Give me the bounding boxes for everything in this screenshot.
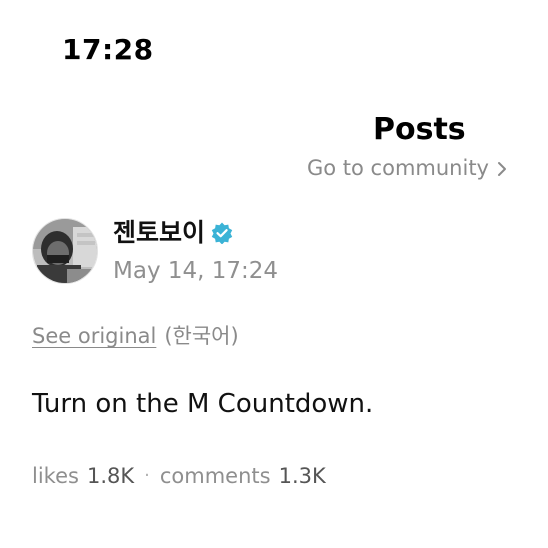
- go-to-community-label: Go to community: [307, 156, 489, 180]
- author-avatar[interactable]: [32, 218, 98, 284]
- post-screen: 17:28 Posts Go to community 젠토보이 May 14,…: [0, 0, 548, 548]
- status-bar-time: 17:28: [62, 33, 154, 66]
- likes-count: 1.8K: [86, 464, 135, 488]
- see-original-link[interactable]: See original: [32, 321, 156, 351]
- verified-badge-icon: [211, 222, 233, 245]
- original-language-label: (한국어): [164, 324, 239, 348]
- post-stats: likes 1.8K · comments 1.3K: [32, 460, 326, 492]
- likes-stat[interactable]: likes 1.8K: [32, 460, 134, 492]
- comments-label: comments: [159, 464, 271, 488]
- comments-stat[interactable]: comments 1.3K: [160, 460, 326, 492]
- post-body: Turn on the M Countdown.: [32, 389, 374, 419]
- page-title: Posts: [373, 112, 466, 147]
- stats-separator: ·: [144, 465, 150, 486]
- post-timestamp: May 14, 17:24: [113, 258, 279, 284]
- likes-label: likes: [32, 464, 79, 488]
- translation-row: See original (한국어): [32, 321, 239, 351]
- comments-count: 1.3K: [278, 464, 326, 488]
- go-to-community-link[interactable]: Go to community: [307, 154, 509, 182]
- chevron-right-icon: [495, 158, 509, 178]
- author-name[interactable]: 젠토보이: [113, 216, 205, 250]
- author-row: 젠토보이: [113, 216, 233, 250]
